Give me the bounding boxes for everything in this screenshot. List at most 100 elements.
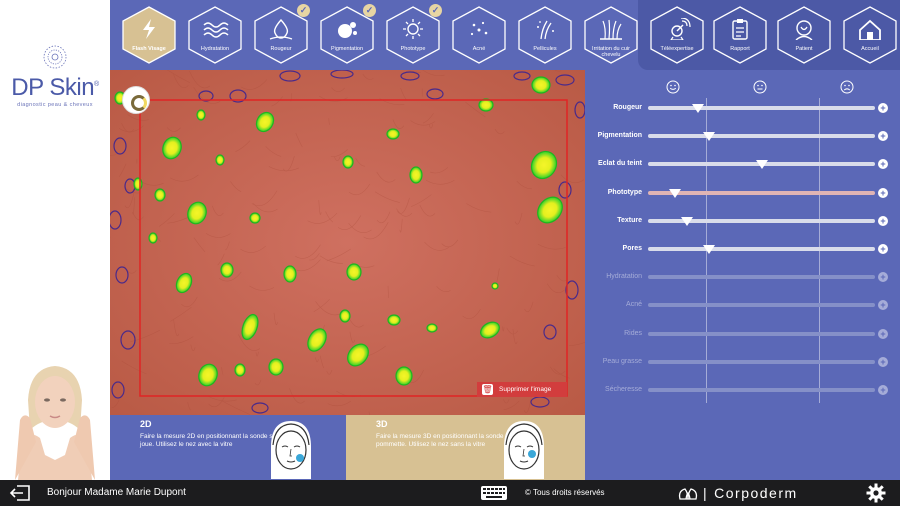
bottom-status-bar: Bonjour Madame Marie Dupont © Tous droit… <box>0 480 900 506</box>
slider-track[interactable] <box>648 160 875 170</box>
plus-icon[interactable]: + <box>878 103 888 113</box>
slider-pigmentation[interactable]: Pigmentation + <box>585 129 900 143</box>
slider-track <box>648 359 875 364</box>
brand-name: | Corpoderm <box>703 485 798 501</box>
slider-track <box>648 388 875 392</box>
plus-icon[interactable]: + <box>878 131 888 142</box>
measure-2d-title: 2D <box>140 419 152 429</box>
patient-head-icon <box>795 20 813 40</box>
slider-track[interactable] <box>648 188 875 198</box>
slider-track[interactable] <box>648 104 875 113</box>
plus-icon[interactable]: + <box>878 159 888 170</box>
check-icon: ✓ <box>297 4 310 17</box>
slider-handle[interactable] <box>680 216 693 226</box>
slider-acne: Acné + <box>585 298 900 312</box>
slider-eclat-du-teint[interactable]: Eclat du teint + <box>585 157 900 171</box>
nav-label: Hydratation <box>200 46 230 52</box>
trash-icon: 🗑 <box>482 384 493 395</box>
plus-icon[interactable]: + <box>878 187 888 198</box>
nav-label: Pellicules <box>533 46 557 52</box>
slider-label: Pores <box>622 245 642 252</box>
slider-pores[interactable]: Pores + <box>585 242 900 256</box>
slider-phototype[interactable]: Phototype + <box>585 186 900 200</box>
face-3d-icon <box>504 421 544 479</box>
measure-3d-panel[interactable]: 3D Faire la mesure 3D en positionnant la… <box>346 415 585 480</box>
delete-image-label: Supprimer l'image <box>499 386 552 393</box>
slider-label: Rougeur <box>613 104 642 111</box>
keyboard-icon[interactable] <box>480 485 508 501</box>
slider-label: Hydratation <box>606 273 642 281</box>
nav-teleexpertise[interactable]: Téléexpertise <box>648 5 706 65</box>
nav-label: Patient <box>795 46 813 52</box>
slider-handle[interactable] <box>755 160 768 170</box>
plus-icon[interactable]: + <box>878 215 888 226</box>
neutral-face-icon <box>753 80 767 94</box>
nav-label: Irritation du cuir chevelu <box>592 46 630 58</box>
logout-icon[interactable] <box>9 484 31 502</box>
check-icon: ✓ <box>429 4 442 17</box>
sun-icon <box>403 19 423 39</box>
happy-face-icon <box>666 80 680 94</box>
nav-pigmentation[interactable]: Pigmentation ✓ <box>318 4 376 65</box>
slider-track <box>648 275 875 280</box>
check-icon: ✓ <box>363 4 376 17</box>
probe-badge-icon <box>122 86 150 114</box>
slider-peau-grasse: Peau grasse + <box>585 355 900 369</box>
greeting-text: Bonjour Madame Marie Dupont <box>47 487 186 498</box>
face-2d-icon <box>271 421 311 479</box>
slider-track[interactable] <box>648 216 875 226</box>
evaluation-sliders-panel: Rougeur + Pigmentation + Eclat du teint + Phot… <box>585 70 900 480</box>
woman-portrait-image <box>0 360 110 480</box>
delete-image-button[interactable]: 🗑 Supprimer l'image <box>477 382 567 397</box>
slider-label: Peau grasse <box>602 357 642 365</box>
nav-rougeur[interactable]: Rougeur ✓ <box>252 4 310 65</box>
slider-track[interactable] <box>648 245 875 254</box>
slider-texture[interactable]: Texture + <box>585 214 900 228</box>
slider-track <box>648 331 875 336</box>
dp-skin-logo: DP Skin® diagnostic peau & cheveux <box>4 44 106 108</box>
slider-label: Sécheresse <box>605 386 642 393</box>
slider-handle[interactable] <box>669 188 682 198</box>
slider-rougeur[interactable]: Rougeur + <box>585 101 900 115</box>
plus-icon[interactable]: + <box>878 244 888 254</box>
slider-handle[interactable] <box>703 245 716 254</box>
plus-icon: + <box>878 300 888 311</box>
dandruff-icon <box>537 20 554 40</box>
nav-rapport[interactable]: Rapport <box>711 5 769 65</box>
redness-drop-icon <box>269 18 293 40</box>
plus-icon: + <box>878 385 888 395</box>
report-clipboard-icon <box>732 19 748 40</box>
nav-irritation-du-cuir-chevelu[interactable]: Irritation du cuir chevelu <box>582 5 640 65</box>
nav-hydratation[interactable]: Hydratation <box>186 5 244 65</box>
slider-handle[interactable] <box>691 104 704 113</box>
skin-analysis-image[interactable]: 🗑 Supprimer l'image <box>110 70 585 415</box>
nav-label: Acné <box>472 46 486 52</box>
slider-label: Acné <box>626 301 642 309</box>
nav-phototype[interactable]: Phototype ✓ <box>384 4 442 65</box>
slider-label: Eclat du teint <box>598 160 642 168</box>
gear-icon[interactable] <box>866 483 886 503</box>
measure-2d-panel[interactable]: 2D Faire la mesure 2D en positionnant la… <box>110 415 346 480</box>
left-sidebar: DP Skin® diagnostic peau & cheveux <box>0 0 110 480</box>
slider-label: Pigmentation <box>597 132 642 140</box>
nav-patient[interactable]: Patient <box>775 5 833 65</box>
logo-trademark: ® <box>94 81 99 88</box>
nav-accueil[interactable]: Accueil <box>841 5 899 65</box>
corpoderm-logo-icon <box>678 488 698 500</box>
measure-3d-title: 3D <box>376 419 388 429</box>
flash-icon <box>143 19 155 39</box>
plus-icon: + <box>878 328 888 339</box>
nav-label: Rougeur <box>270 46 292 52</box>
nav-flash-visage[interactable]: Flash Visage <box>120 5 178 65</box>
slider-handle[interactable] <box>703 132 716 142</box>
copyright-text: © Tous droits réservés <box>525 488 605 497</box>
slider-rides: Rides + <box>585 327 900 341</box>
nav-pellicules[interactable]: Pellicules <box>516 5 574 65</box>
brand-label: Corpoderm <box>714 485 798 501</box>
slider-label: Phototype <box>607 188 642 196</box>
plus-icon: + <box>878 272 888 283</box>
top-navigation: Flash Visage Hydratation Rougeur ✓ Pigmentat… <box>110 0 900 70</box>
nav-acne[interactable]: Acné <box>450 5 508 65</box>
slider-track[interactable] <box>648 132 875 142</box>
home-icon <box>859 19 881 40</box>
